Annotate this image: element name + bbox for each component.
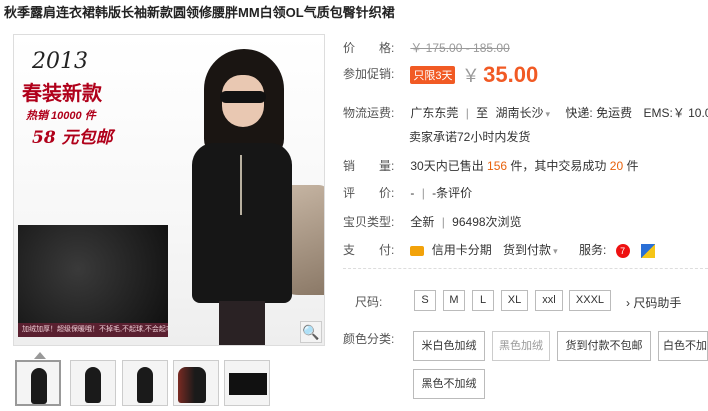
promo-label: 参加促销: xyxy=(343,67,395,82)
sales-prefix: 30天内已售出 xyxy=(410,159,484,173)
view-count: 96498次浏览 xyxy=(452,215,522,229)
sales-row: 销 量: 30天内已售出 156 件，其中交易成功 20 件 xyxy=(343,157,639,174)
review-score: - xyxy=(410,186,415,200)
promo-sales: 热销 10000 件 xyxy=(26,110,96,122)
type-row: 宝贝类型: 全新 | 96498次浏览 xyxy=(343,213,522,230)
cod-dropdown[interactable]: 货到付款 xyxy=(503,243,558,257)
promo-row: 参加促销: 只限3天 ￥ 35.00 xyxy=(343,62,538,88)
sales-mid: 件，其中交易成功 xyxy=(510,159,607,173)
size-option-xxxl[interactable]: XXXL xyxy=(569,290,611,311)
fabric-closeup xyxy=(18,225,168,335)
guarantee-icon[interactable] xyxy=(640,243,655,258)
thumbnail-5[interactable] xyxy=(224,360,270,406)
ems-fee: EMS:￥ 10.00 xyxy=(643,106,708,120)
type-label: 宝贝类型: xyxy=(343,215,395,229)
sunglasses xyxy=(220,91,266,103)
payment-label: 支 付: xyxy=(343,243,395,257)
selected-thumb-arrow xyxy=(34,352,46,359)
ship-from: 广东东莞 xyxy=(410,106,459,120)
size-option-m[interactable]: M xyxy=(443,290,465,311)
color-option-ivory-fleece[interactable]: 米白色加绒 xyxy=(413,331,485,361)
credit-card-icon xyxy=(410,245,425,256)
color-option-cod-no-free-ship[interactable]: 货到付款不包邮 xyxy=(557,331,651,361)
seven-day-return-icon[interactable]: 7 xyxy=(615,243,630,258)
success-count: 20 xyxy=(609,159,624,173)
ship-promise: 卖家承诺72小时内发货 xyxy=(409,130,531,144)
thumbnail-1[interactable] xyxy=(15,360,61,406)
necklace xyxy=(240,155,242,215)
sales-count: 156 xyxy=(487,159,508,173)
size-option-xxl[interactable]: xxl xyxy=(535,290,563,311)
product-title: 秋季露肩连衣裙韩版长袖新款圆领修腰胖MM白领OL气质包臀针织裙 xyxy=(4,5,395,20)
model-dress xyxy=(192,143,292,303)
type-separator: | xyxy=(441,215,445,229)
promo-price-value: 35.00 xyxy=(483,62,539,87)
ship-to-label: 至 xyxy=(476,106,489,120)
thumbnail-3[interactable] xyxy=(122,360,168,406)
sales-suffix: 件 xyxy=(626,159,639,173)
promo-price: 58 元包邮 xyxy=(32,128,113,148)
size-helper-link[interactable]: › 尺码助手 xyxy=(626,294,681,311)
ship-to-dropdown[interactable]: 湖南长沙 xyxy=(496,106,551,120)
currency-symbol: ￥ xyxy=(461,66,480,86)
size-option-s[interactable]: S xyxy=(414,290,436,311)
color-label: 颜色分类: xyxy=(343,332,395,346)
size-label: 尺码: xyxy=(355,295,383,309)
magnifier-icon[interactable]: 🔍 xyxy=(300,321,322,343)
sales-label: 销 量: xyxy=(343,159,395,173)
ship-separator: | xyxy=(465,106,469,120)
original-price: ￥ 175.00 - 185.00 xyxy=(410,41,510,55)
thumbnail-4[interactable] xyxy=(173,360,219,406)
price-label: 价 格: xyxy=(343,41,395,55)
review-label: 评 价: xyxy=(343,186,395,200)
promo-year: 2013 xyxy=(32,49,88,74)
size-option-xl[interactable]: XL xyxy=(501,290,528,311)
express-fee: 快递: 免运费 xyxy=(565,106,633,120)
color-option-white-no-fleece[interactable]: 白色不加绒 xyxy=(658,331,708,361)
review-separator: | xyxy=(421,186,425,200)
service-label: 服务: xyxy=(578,243,607,257)
size-option-l[interactable]: L xyxy=(472,290,494,311)
main-product-image[interactable]: 加绒加厚！超级保暖哦！不掉毛,不起球,不会起毛球！ 2013 春装新款 热销 1… xyxy=(13,34,325,346)
review-row: 评 价: - | -条评价 xyxy=(343,184,472,201)
shipping-label: 物流运费: xyxy=(343,106,395,120)
price-row: 价 格: ￥ 175.00 - 185.00 xyxy=(343,39,510,56)
promo-title: 春装新款 xyxy=(22,81,102,105)
promo-tag-badge: 只限3天 xyxy=(410,66,456,84)
color-option-black-no-fleece[interactable]: 黑色不加绒 xyxy=(413,369,485,399)
installment-link[interactable]: 信用卡分期 xyxy=(432,243,492,257)
review-count-link[interactable]: -条评价 xyxy=(432,186,472,200)
shipping-row: 物流运费: 广东东莞 | 至 湖南长沙 快递: 免运费 EMS:￥ 10.00 xyxy=(343,104,708,121)
color-option-black-fleece[interactable]: 黑色加绒 xyxy=(492,331,550,361)
thumbnail-2[interactable] xyxy=(70,360,116,406)
info-divider xyxy=(343,268,708,269)
model-legs xyxy=(219,301,265,345)
payment-row: 支 付: 信用卡分期 货到付款 服务: 7 xyxy=(343,241,655,258)
type-value: 全新 xyxy=(410,215,435,229)
fabric-caption: 加绒加厚！超级保暖哦！不掉毛,不起球,不会起毛球！ xyxy=(18,323,168,337)
